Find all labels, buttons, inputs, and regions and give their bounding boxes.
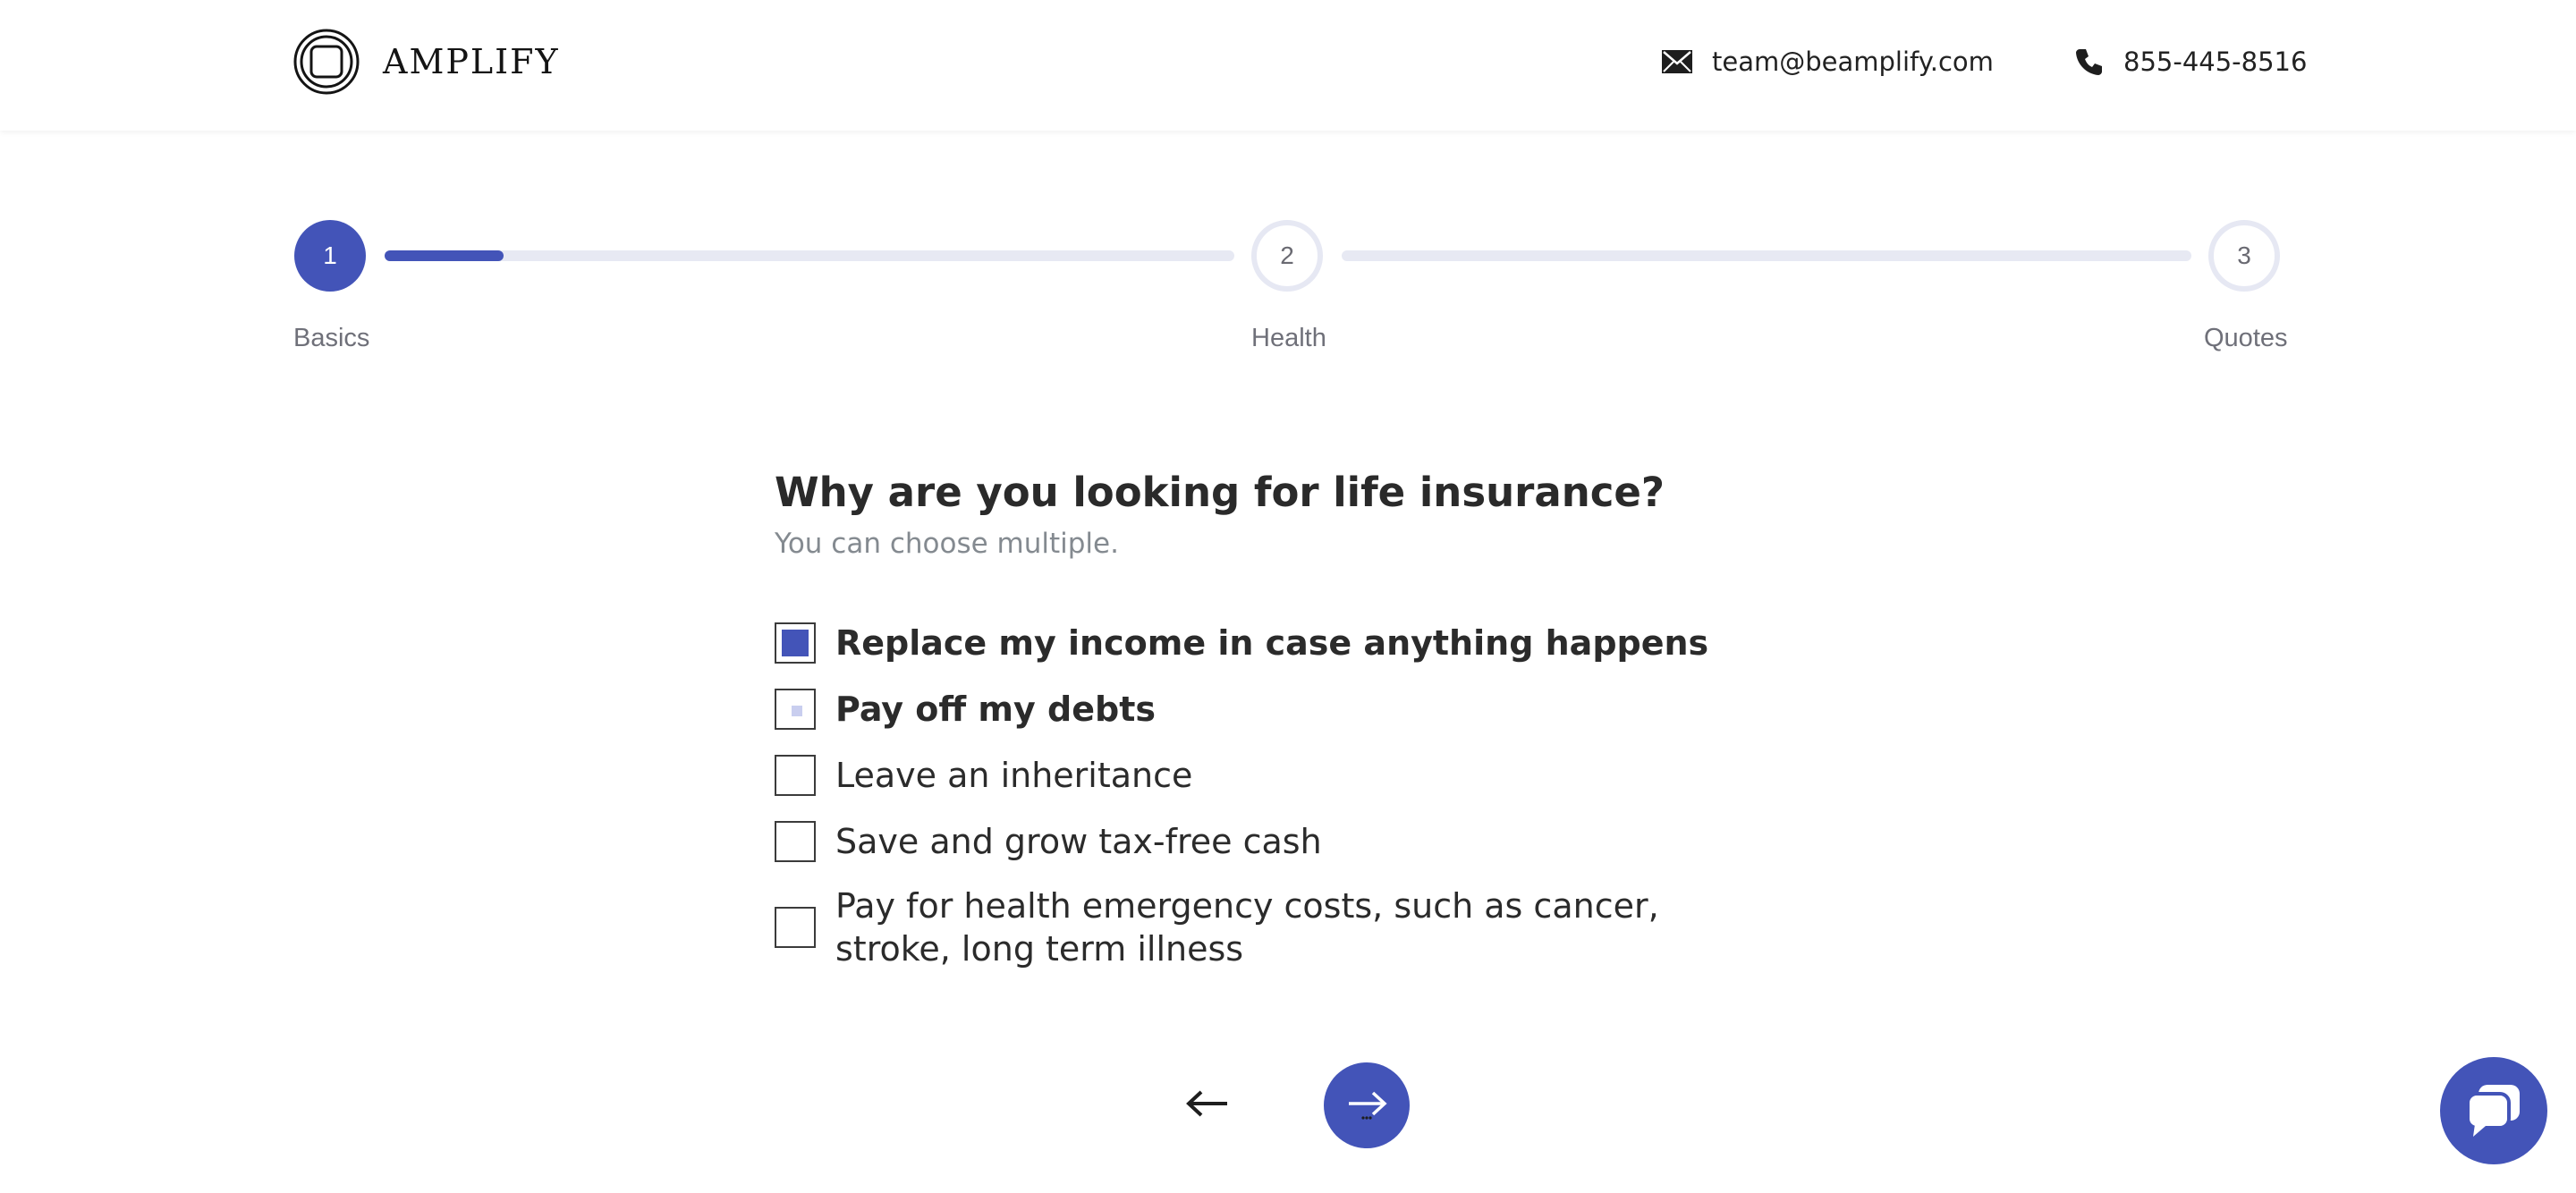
chat-bubble-icon [2466,1085,2520,1137]
contact-phone[interactable]: 855-445-8516 [2075,47,2307,77]
step-1-progress-fill [385,250,504,261]
arrow-right-icon [1349,1091,1387,1120]
option-label: Leave an inheritance [835,756,1193,795]
site-header: AMPLIFY team@beamplify.com 855-445-8516 [0,0,2576,131]
option-checkbox[interactable] [775,907,816,948]
back-button[interactable] [1182,1082,1233,1125]
step-2-progress-track [1342,250,2191,261]
step-2-label: Health [1251,324,1326,352]
step-3-number: 3 [2237,241,2251,269]
brand-logo[interactable]: AMPLIFY [293,29,560,95]
step-2-number: 2 [1280,241,1294,269]
step-1-progress-track [385,250,1234,261]
option-label: Pay off my debts [835,690,1156,729]
option-label: Replace my income in case anything happe… [835,623,1709,663]
contact-phone-text: 855-445-8516 [2123,47,2308,77]
step-3-circle: 3 [2208,220,2280,292]
question-title: Why are you looking for life insurance? [775,469,1665,516]
option-label: Save and grow tax-free cash [835,822,1322,861]
option-save-grow-cash[interactable]: Save and grow tax-free cash [775,820,1776,863]
option-checkbox[interactable] [775,689,816,730]
option-checkbox[interactable] [775,821,816,862]
step-1-circle: 1 [294,220,366,292]
question-subtitle: You can choose multiple. [775,528,1119,560]
step-1-label: Basics [293,324,370,352]
amplify-logo-icon [293,29,360,95]
arrow-left-icon [1186,1090,1227,1117]
chat-button[interactable] [2440,1057,2547,1164]
option-replace-income[interactable]: Replace my income in case anything happe… [775,622,1776,664]
envelope-icon [1662,50,1692,73]
option-health-emergency[interactable]: Pay for health emergency costs, such as … [775,884,1776,970]
next-button[interactable] [1324,1062,1410,1148]
option-label: Pay for health emergency costs, such as … [835,886,1659,969]
step-2-circle: 2 [1251,220,1323,292]
contact-email[interactable]: team@beamplify.com [1662,47,1994,77]
phone-icon [2076,49,2102,75]
step-1-number: 1 [323,241,337,269]
step-3-label: Quotes [2204,324,2288,352]
option-checkbox[interactable] [775,755,816,796]
option-leave-inheritance[interactable]: Leave an inheritance [775,754,1776,797]
option-pay-off-debts[interactable]: Pay off my debts [775,688,1776,731]
options-list: Replace my income in case anything happe… [775,622,1776,970]
brand-name: AMPLIFY [383,42,560,81]
contact-email-text: team@beamplify.com [1712,47,1994,77]
option-checkbox[interactable] [775,622,816,664]
